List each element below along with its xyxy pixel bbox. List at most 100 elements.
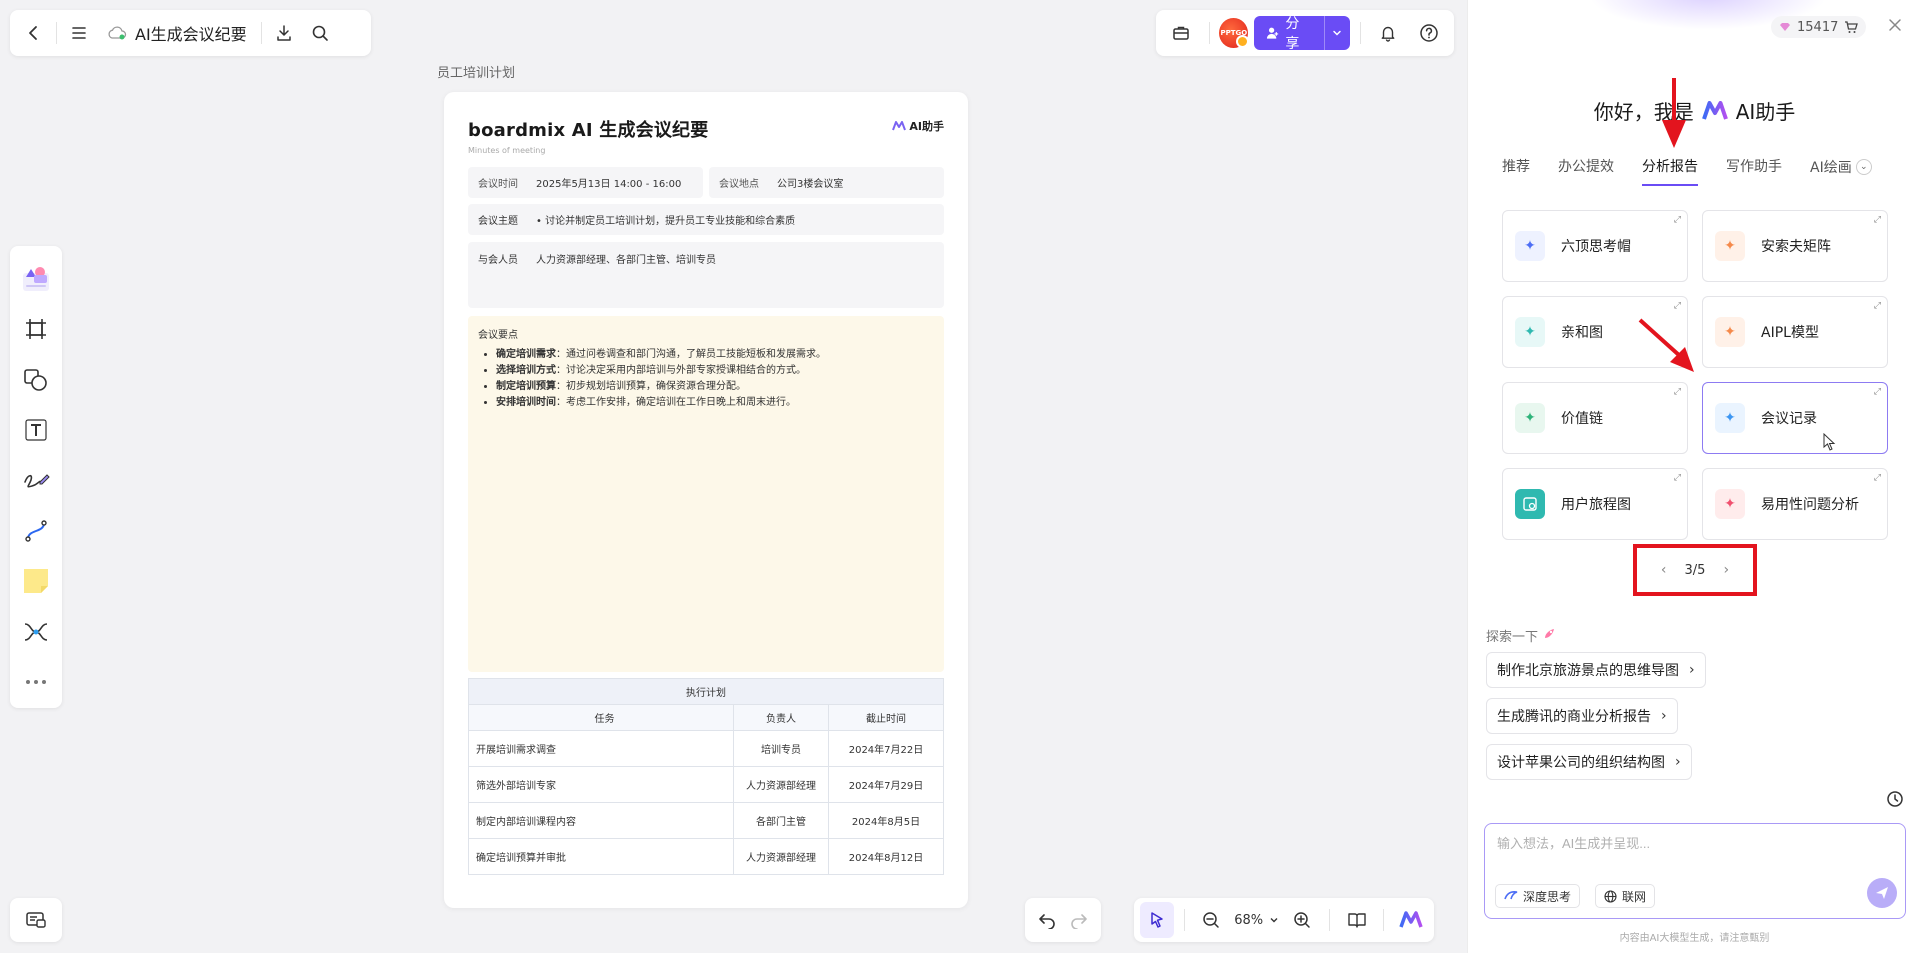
frame-icon [26, 319, 46, 340]
shape-tool-button[interactable] [16, 361, 56, 398]
download-button[interactable] [266, 15, 302, 51]
column-header: 任务 [468, 704, 734, 731]
suggestion-chip[interactable]: 制作北京旅游景点的思维导图 › [1486, 652, 1706, 688]
zoom-out-button[interactable] [1195, 902, 1229, 938]
meeting-place-label: 会议地点 [719, 179, 759, 190]
zoom-level-dropdown[interactable]: 68% [1234, 913, 1279, 928]
pen-tool-button[interactable] [16, 462, 56, 499]
template-card-meeting-record[interactable]: ✦ 会议记录 ⤢ [1702, 382, 1888, 454]
web-search-label: 联网 [1622, 889, 1647, 904]
expand-icon[interactable]: ⤢ [1674, 473, 1681, 483]
tab-writing-assistant[interactable]: 写作助手 [1726, 156, 1782, 186]
boardmix-ai-logo-icon [1701, 100, 1728, 120]
expand-icon[interactable]: ⤢ [1674, 301, 1681, 311]
template-card[interactable]: ✦ 易用性问题分析 ⤢ [1702, 468, 1888, 540]
deep-think-toggle[interactable]: 深度思考 [1495, 884, 1581, 908]
bell-icon [1381, 26, 1395, 42]
tab-analysis-report[interactable]: 分析报告 [1642, 156, 1698, 186]
document-title[interactable]: AI生成会议纪要 [97, 21, 257, 45]
suggestion-chip[interactable]: 生成腾讯的商业分析报告 › [1486, 698, 1678, 734]
meeting-points-list: 确定培训需求：通过问卷调查和部门沟通，了解员工技能短板和发展需求。 选择培训方式… [478, 349, 934, 409]
share-button-group: 分享 [1254, 16, 1351, 52]
credits-badge[interactable]: 15417 [1771, 16, 1867, 38]
minimap-button[interactable] [10, 898, 62, 942]
ai-prompt-box: 深度思考 联网 [1484, 823, 1906, 919]
notifications-button[interactable] [1371, 15, 1406, 51]
ai-prompt-input[interactable] [1497, 836, 1877, 851]
document-title-text: AI生成会议纪要 [135, 25, 247, 44]
user-avatar[interactable]: PPTGO [1219, 18, 1249, 48]
meeting-minutes-document[interactable]: boardmix AI 生成会议纪要 Minutes of meeting AI… [444, 92, 968, 908]
frame-label[interactable]: 员工培训计划 [437, 62, 515, 81]
template-card[interactable]: ✦ 安索夫矩阵 ⤢ [1702, 210, 1888, 282]
boardmix-logo-icon [892, 121, 907, 131]
expand-icon[interactable]: ⤢ [1874, 473, 1881, 483]
back-button[interactable] [16, 15, 52, 51]
share-button[interactable]: 分享 [1254, 16, 1323, 52]
menu-button[interactable] [61, 15, 97, 51]
table-cell: 2024年7月29日 [828, 766, 944, 803]
more-horizontal-icon [26, 680, 46, 685]
pen-icon [24, 474, 50, 489]
table-row: 确定培训预算并审批 人力资源部经理 2024年8月12日 [468, 838, 944, 875]
suggestion-text: 制作北京旅游景点的思维导图 [1497, 663, 1679, 679]
expand-icon[interactable]: ⤢ [1674, 215, 1681, 225]
explore-heading-text: 探索一下 [1486, 630, 1539, 645]
avatar-text: PPTGO [1220, 29, 1248, 37]
meeting-info-row: 会议时间 2025年5月13日 14:00 - 16:00 会议地点 公司3楼会… [468, 167, 944, 198]
cursor-icon [1151, 912, 1163, 928]
template-card[interactable]: ✦ 亲和图 ⤢ [1502, 296, 1688, 368]
template-library-button[interactable] [16, 260, 56, 297]
pager-status: 3/5 [1684, 562, 1706, 578]
ai-assistant-badge: AI助手 [892, 118, 944, 134]
template-card[interactable]: ✦ AIPL模型 ⤢ [1702, 296, 1888, 368]
meeting-point-item: 选择培训方式：讨论决定采用内部培训与外部专家授课相结合的方式。 [496, 365, 934, 377]
ai-assistant-badge-text: AI助手 [909, 120, 944, 133]
presentation-mode-button[interactable] [1340, 902, 1374, 938]
tab-office-efficiency[interactable]: 办公提效 [1558, 156, 1614, 186]
tab-recommend[interactable]: 推荐 [1502, 156, 1530, 186]
sticky-note-tool-button[interactable] [16, 563, 56, 600]
frame-tool-button[interactable] [16, 310, 56, 347]
expand-icon[interactable]: ⤢ [1874, 387, 1881, 397]
toolbox-button[interactable] [1164, 15, 1199, 51]
template-card[interactable]: 用户旅程图 ⤢ [1502, 468, 1688, 540]
zoom-in-button[interactable] [1285, 902, 1319, 938]
category-tabs: 推荐 办公提效 分析报告 写作助手 AI绘画 ⌄ [1502, 156, 1872, 186]
template-card[interactable]: ✦ 六顶思考帽 ⤢ [1502, 210, 1688, 282]
send-button[interactable] [1867, 878, 1897, 908]
template-card[interactable]: ✦ 价值链 ⤢ [1502, 382, 1688, 454]
pager-prev-button[interactable]: ‹ [1661, 562, 1667, 578]
top-left-toolbar: AI生成会议纪要 [10, 10, 371, 56]
chevron-down-icon[interactable]: ⌄ [1855, 159, 1872, 175]
select-tool-button[interactable] [1140, 902, 1174, 938]
credits-value: 15417 [1797, 19, 1839, 35]
mindmap-tool-button[interactable] [16, 613, 56, 650]
search-button[interactable] [302, 15, 338, 51]
web-search-toggle[interactable]: 联网 [1595, 884, 1656, 908]
expand-icon[interactable]: ⤢ [1874, 215, 1881, 225]
attendees-cell: 与会人员 人力资源部经理、各部门主管、培训专员 [468, 242, 944, 308]
undo-button[interactable] [1031, 902, 1063, 938]
close-panel-button[interactable] [1888, 16, 1902, 37]
expand-icon[interactable]: ⤢ [1874, 301, 1881, 311]
suggestion-chip[interactable]: 设计苹果公司的组织结构图 › [1486, 744, 1692, 780]
tab-ai-drawing-label: AI绘画 [1810, 160, 1852, 176]
text-tool-button[interactable] [16, 411, 56, 448]
redo-button[interactable] [1063, 902, 1095, 938]
zoom-out-icon [1203, 912, 1220, 928]
tab-ai-drawing[interactable]: AI绘画 ⌄ [1810, 156, 1872, 186]
attendees-label: 与会人员 [478, 255, 518, 266]
zoom-in-icon [1294, 912, 1310, 928]
ai-assistant-toggle-button[interactable] [1394, 902, 1428, 938]
more-tools-button[interactable] [16, 664, 56, 701]
greeting-heading: 你好，我是 AI助手 [1468, 96, 1920, 125]
connector-tool-button[interactable] [16, 512, 56, 549]
rocket-icon [1545, 629, 1555, 638]
history-button[interactable] [1886, 790, 1904, 812]
pager-next-button[interactable]: › [1723, 562, 1729, 578]
table-cell: 2024年8月5日 [828, 802, 944, 839]
share-dropdown-button[interactable] [1323, 16, 1351, 50]
expand-icon[interactable]: ⤢ [1674, 387, 1681, 397]
help-button[interactable] [1411, 15, 1446, 51]
